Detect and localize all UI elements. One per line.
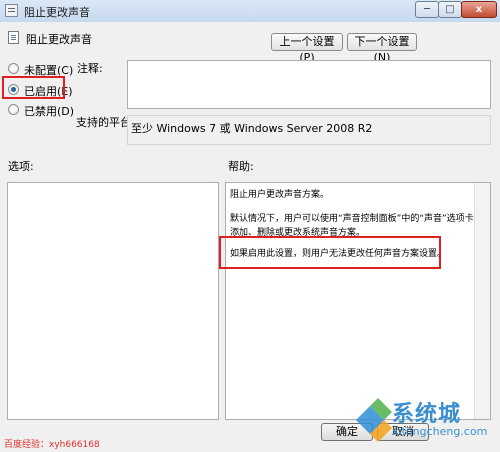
watermark-site-url: xitongcheng.com [392,425,488,438]
watermark-site-name: 系统城 [392,402,462,427]
title-bar[interactable]: 阻止更改声音 ─ □ x [0,0,500,23]
comment-textarea[interactable] [127,60,491,109]
help-scrollbar[interactable] [474,183,490,419]
policy-icon [5,4,18,17]
comment-label: 注释: [77,62,103,75]
help-text: 阻止用户更改声音方案。 [230,190,330,200]
help-pane[interactable]: 阻止用户更改声音方案。 默认情况下，用户可以使用“声音控制面板”中的“声音”选项… [225,182,491,420]
help-label: 帮助: [228,160,254,173]
setting-name: 阻止更改声音 [26,33,92,46]
radio-circle[interactable] [8,63,19,74]
setting-icon [8,31,19,44]
options-pane[interactable] [7,182,219,420]
next-setting-button[interactable]: 下一个设置(N) [347,33,417,64]
previous-setting-button[interactable]: 上一个设置(P) [271,33,343,64]
options-label: 选项: [8,160,34,173]
close-button[interactable]: x [461,1,497,18]
radio-circle[interactable] [8,104,19,115]
maximize-button[interactable]: □ [438,1,462,18]
radio-label: 已禁用(D) [24,105,75,118]
window-title: 阻止更改声音 [24,6,90,19]
highlight-box-enabled [2,76,65,99]
highlight-box-help [219,236,441,269]
minimize-button[interactable]: ─ [415,1,439,18]
watermark-text: 百度经验：xyh666168 [4,440,100,450]
platform-value: 至少 Windows 7 或 Windows Server 2008 R2 [131,122,373,135]
platform-label: 支持的平台: [76,116,135,129]
help-text: 默认情况下，用户可以使用“声音控制面板”中的“声音”选项卡 [230,214,474,224]
